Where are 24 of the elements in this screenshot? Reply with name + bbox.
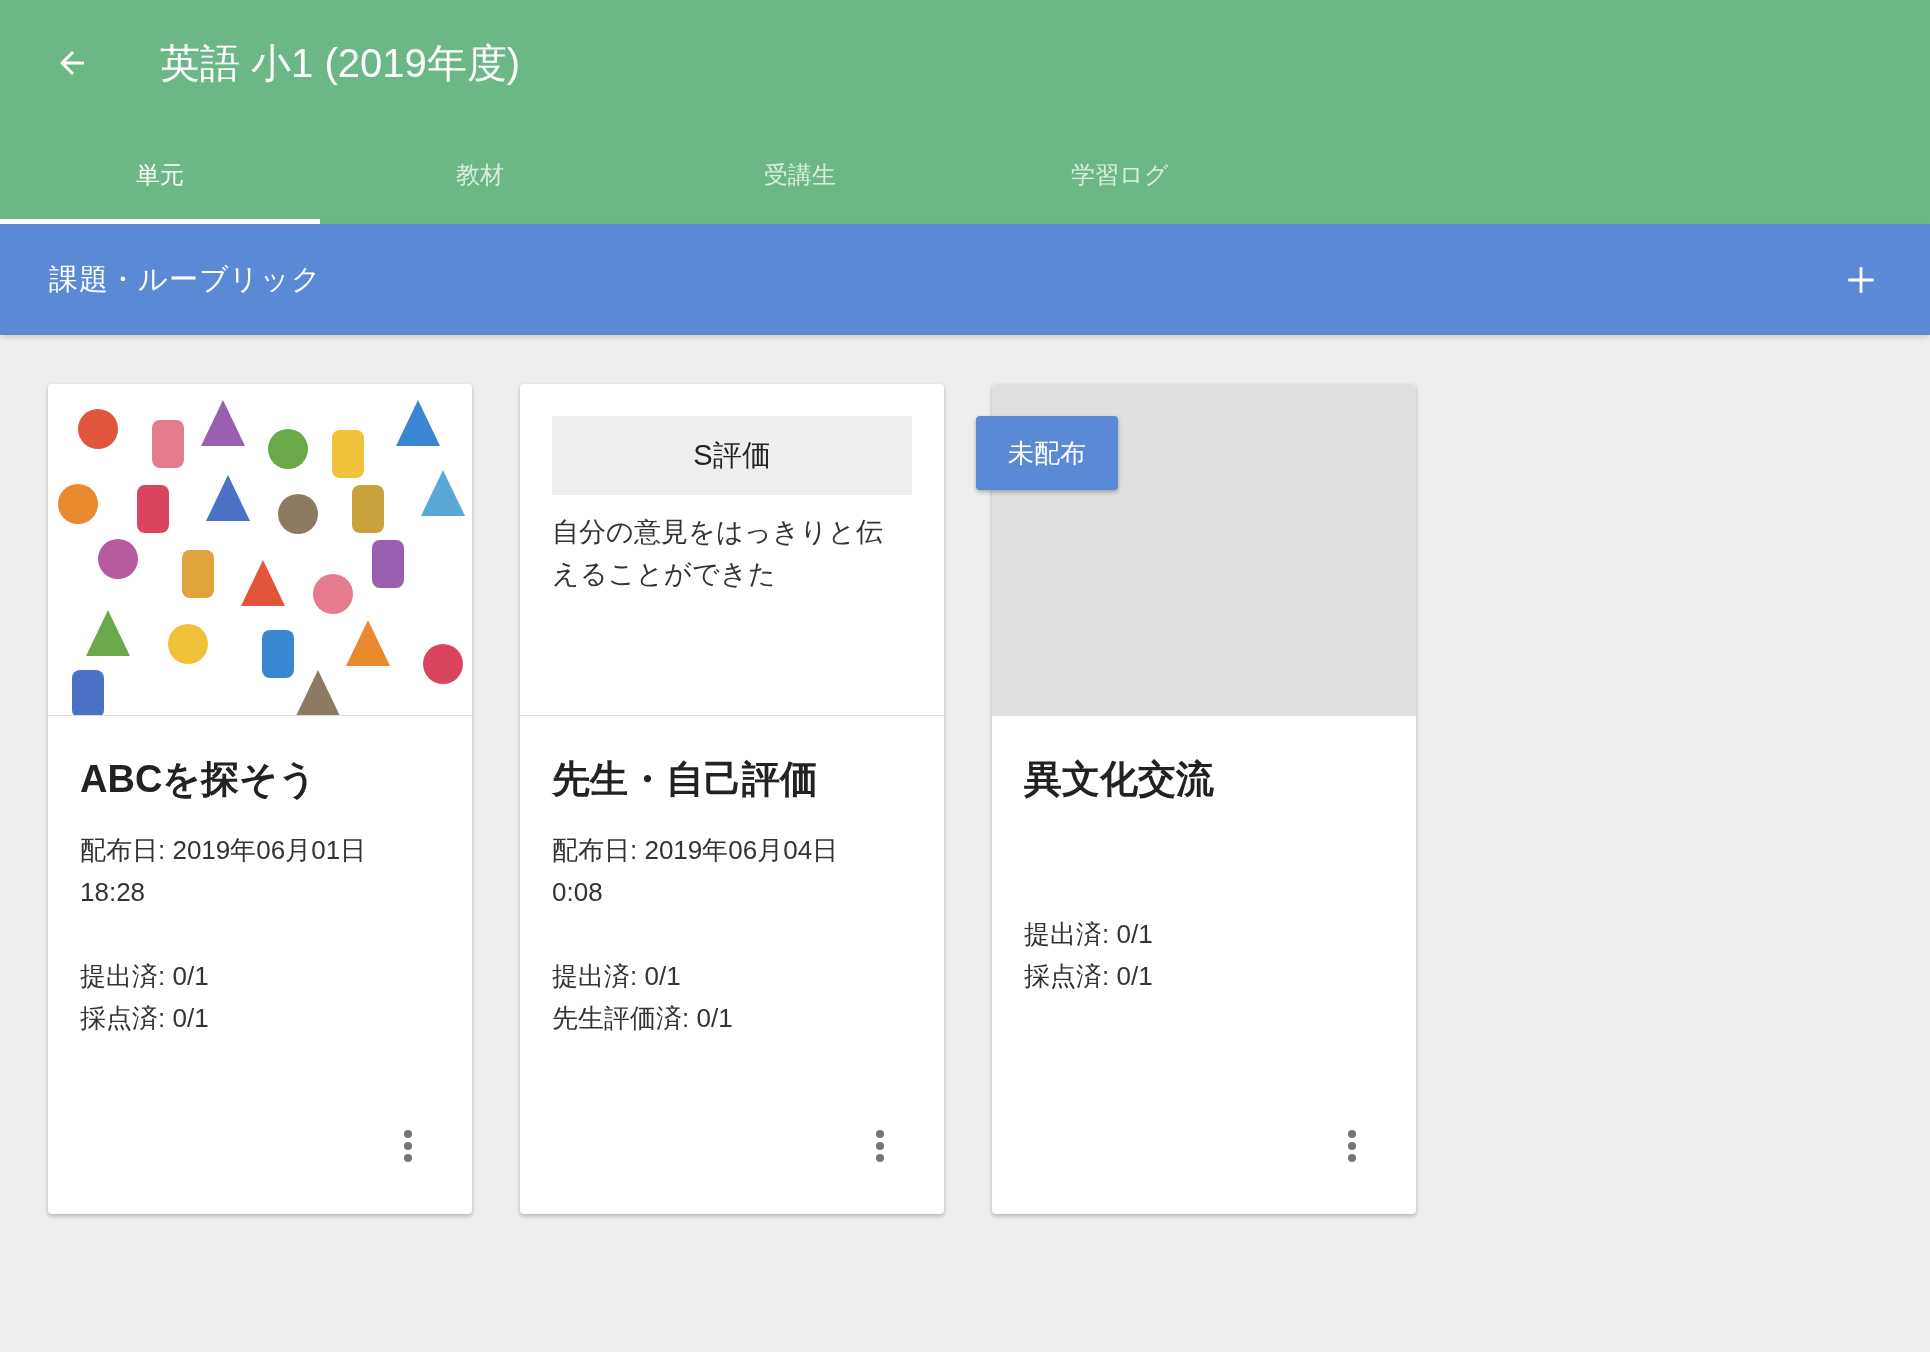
section-title: 課題・ルーブリック [49, 261, 322, 297]
more-icon [1347, 1129, 1357, 1163]
distribution-date: 配布日: 2019年06月04日 0:08 [552, 834, 840, 909]
distribution-date: 配布日: 2019年06月01日 18:28 [80, 834, 368, 909]
status-count: 提出済: 0/1 [552, 960, 682, 993]
status-count: 提出済: 0/1 [80, 960, 210, 993]
rubric-level: S評価 [552, 416, 912, 495]
more-icon [875, 1129, 885, 1163]
card-title: 先生・自己評価 [552, 757, 819, 802]
status-count: 採点済: 0/1 [1024, 960, 1154, 993]
tab[interactable]: 学習ログ [960, 126, 1280, 224]
more-icon [403, 1129, 413, 1163]
card-title: ABCを探そう [80, 757, 319, 802]
card-title: 異文化交流 [1024, 757, 1215, 802]
status-count: 採点済: 0/1 [80, 1002, 210, 1035]
card[interactable]: S評価 自分の意見をはっきりと伝えることができた 先生・自己評価 配布日: 2019年06月04日 0:08 提出済: 0/1 先生評価済: 0/1 [520, 384, 944, 1214]
tab[interactable]: 受講生 [640, 126, 960, 224]
status-count: 提出済: 0/1 [1024, 918, 1154, 951]
status-badge: 未配布 [976, 416, 1118, 490]
tab[interactable]: 教材 [320, 126, 640, 224]
status-count: 先生評価済: 0/1 [552, 1002, 734, 1035]
rubric-description: 自分の意見をはっきりと伝えることができた [552, 516, 884, 591]
page-title: 英語 小1 (2019年度) [160, 40, 521, 87]
card[interactable]: ABCを探そう 配布日: 2019年06月01日 18:28 提出済: 0/1 採点済: 0/1 [48, 384, 472, 1214]
